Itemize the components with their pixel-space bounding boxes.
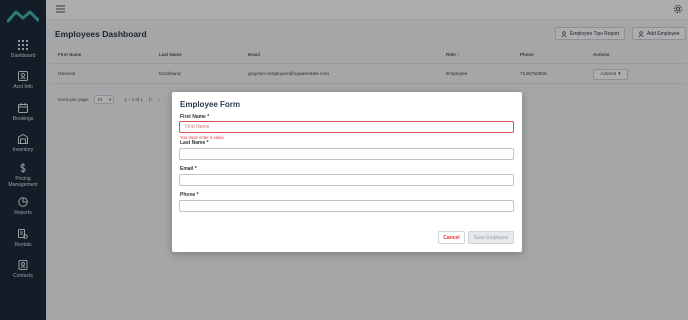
first-name-input[interactable] bbox=[179, 121, 514, 133]
employee-form-dialog: Employee Form First Name * You must ente… bbox=[172, 92, 522, 252]
last-name-input[interactable] bbox=[179, 148, 514, 160]
email-input[interactable] bbox=[179, 174, 514, 186]
email-label: Email * bbox=[180, 166, 197, 172]
save-employee-button[interactable]: Save Employee bbox=[468, 231, 514, 244]
last-name-label: Last Name * bbox=[180, 140, 209, 146]
dialog-title: Employee Form bbox=[180, 100, 241, 109]
phone-input[interactable] bbox=[179, 200, 514, 212]
cancel-button[interactable]: Cancel bbox=[438, 231, 465, 244]
first-name-label: First Name * bbox=[180, 114, 210, 120]
phone-label: Phone * bbox=[180, 192, 199, 198]
